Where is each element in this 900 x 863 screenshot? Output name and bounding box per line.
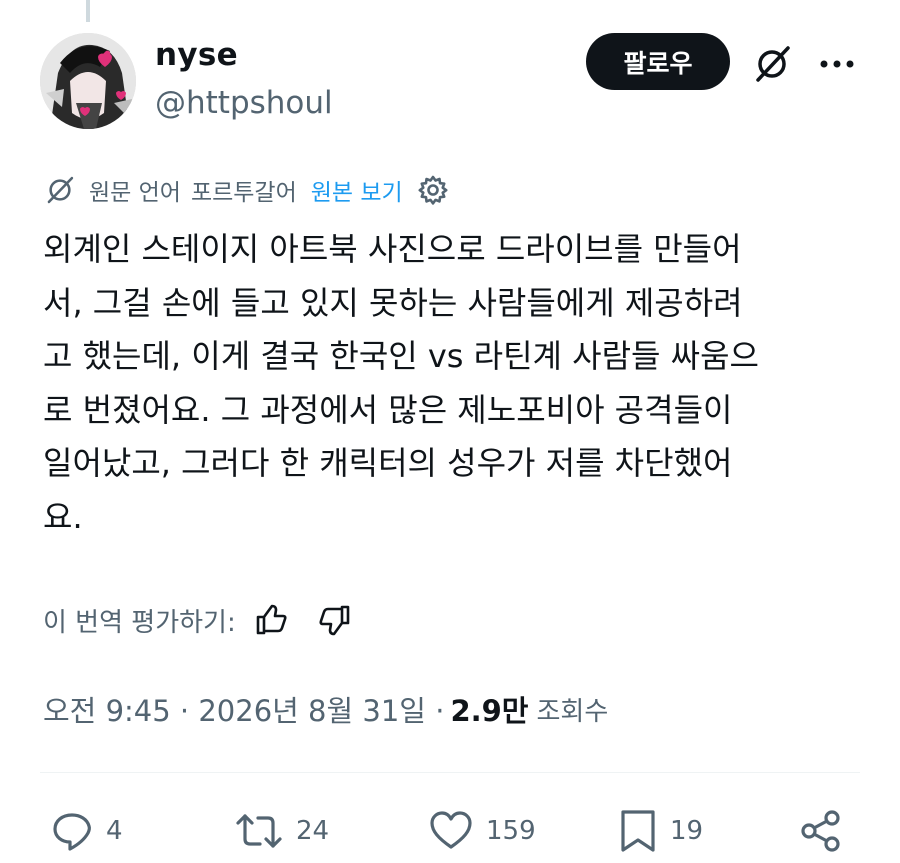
grok-translate-icon [47,176,74,204]
translation-note: 원문 언어 [89,180,181,206]
rate-good-button[interactable] [254,603,288,637]
avatar[interactable] [40,33,136,129]
post-text: 외계인 스테이지 아트북 사진으로 드라이브를 만들어 서, 그걸 손에 들고 … [43,230,759,536]
display-name[interactable]: nyse [155,37,238,73]
repost-count: 24 [296,816,330,846]
like-count: 159 [486,816,536,846]
repost-button[interactable]: 24 [234,806,329,856]
more-options-button[interactable] [817,44,857,84]
bookmark-icon [621,810,655,852]
view-count: 2.9만 [450,694,529,728]
rate-bad-button[interactable] [318,603,352,637]
divider [40,772,860,773]
bookmark-count: 19 [670,816,704,846]
reply-button[interactable]: 4 [50,806,123,856]
grok-button[interactable] [748,40,796,88]
follow-button[interactable]: 팔로우 [586,33,730,90]
translation-bar: 원문 언어 포르투갈어 원본 보기 [43,172,449,208]
reply-icon [53,813,91,851]
bookmark-button[interactable]: 19 [618,806,703,856]
share-icon [801,810,840,852]
translation-rating: 이 번역 평가하기: [43,598,352,642]
reply-count: 4 [106,816,123,846]
grok-icon [756,46,790,82]
timestamp[interactable]: 오전 9:45 · 2026년 8월 31일 · [43,688,444,730]
translation-settings-button[interactable] [417,174,449,206]
share-button[interactable] [798,806,844,856]
source-language: 포르투갈어 [190,180,297,206]
avatar-image [40,33,136,129]
thread-connector-line [86,0,90,22]
like-icon [430,811,472,849]
repost-icon [236,814,282,848]
user-handle[interactable]: @httpshoul [155,85,333,121]
gear-icon [418,175,448,205]
rating-label: 이 번역 평가하기: [43,607,236,638]
thumbs-up-icon [256,604,287,635]
more-icon [820,60,854,68]
post-metadata: 오전 9:45 · 2026년 8월 31일 · 2.9만 조회수 [43,688,608,730]
thumbs-down-icon [319,605,350,636]
view-count-label: 조회수 [536,696,609,727]
view-original-link[interactable]: 원본 보기 [311,173,403,207]
like-button[interactable]: 159 [428,806,536,856]
